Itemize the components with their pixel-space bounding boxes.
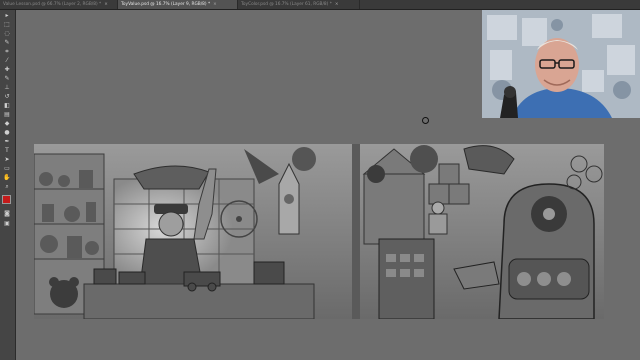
document-tab-bar: Value Lesson.psd @ 66.7% (Layer 2, RGB/8… xyxy=(0,0,640,10)
lasso-tool-icon[interactable]: ◌ xyxy=(2,30,12,38)
presenter-video xyxy=(482,10,640,118)
quick-mask-icon[interactable]: ◙ xyxy=(2,210,12,218)
tools-panel: ▸ ⬚ ◌ ✎ ⌗ ⁄ ✚ ✎ ⊥ ↺ ◧ ▤ ◆ ● ✒ T ➤ ▭ ✋ ⌕ … xyxy=(0,10,16,360)
blur-tool-icon[interactable]: ◆ xyxy=(2,120,12,128)
brush-cursor xyxy=(422,117,429,124)
pen-tool-icon[interactable]: ✒ xyxy=(2,138,12,146)
type-tool-icon[interactable]: T xyxy=(2,147,12,155)
gradient-tool-icon[interactable]: ▤ xyxy=(2,111,12,119)
close-icon[interactable]: × xyxy=(335,2,339,7)
path-select-tool-icon[interactable]: ➤ xyxy=(2,156,12,164)
healing-brush-tool-icon[interactable]: ✚ xyxy=(2,66,12,74)
shape-tool-icon[interactable]: ▭ xyxy=(2,165,12,173)
crop-tool-icon[interactable]: ⌗ xyxy=(2,48,12,56)
clone-stamp-tool-icon[interactable]: ⊥ xyxy=(2,84,12,92)
hand-tool-icon[interactable]: ✋ xyxy=(2,174,12,182)
dodge-tool-icon[interactable]: ● xyxy=(2,129,12,137)
marquee-tool-icon[interactable]: ⬚ xyxy=(2,21,12,29)
history-brush-tool-icon[interactable]: ↺ xyxy=(2,93,12,101)
screen-mode-icon[interactable]: ▣ xyxy=(2,220,12,228)
tab-label: Value Lesson.psd @ 66.7% (Layer 2, RGB/8… xyxy=(3,2,102,7)
eraser-tool-icon[interactable]: ◧ xyxy=(2,102,12,110)
foreground-color-swatch[interactable] xyxy=(2,195,11,204)
document-canvas[interactable] xyxy=(34,144,604,319)
zoom-tool-icon[interactable]: ⌕ xyxy=(2,183,12,191)
close-icon[interactable]: × xyxy=(104,2,108,7)
toy-shop-illustration xyxy=(34,144,604,319)
eyedropper-tool-icon[interactable]: ⁄ xyxy=(2,57,12,65)
document-tab-toy-value[interactable]: ToyValue.psd @ 16.7% (Layer 9, RGB/8) * × xyxy=(118,0,238,9)
close-icon[interactable]: × xyxy=(213,2,217,7)
move-tool-icon[interactable]: ▸ xyxy=(2,12,12,20)
document-tab-value-lesson[interactable]: Value Lesson.psd @ 66.7% (Layer 2, RGB/8… xyxy=(0,0,118,9)
tab-label: ToyColor.psd @ 16.7% (Layer 61, RGB/8) * xyxy=(241,2,332,7)
tab-label: ToyValue.psd @ 16.7% (Layer 9, RGB/8) * xyxy=(121,2,211,7)
webcam-overlay xyxy=(482,10,640,118)
quick-select-tool-icon[interactable]: ✎ xyxy=(2,39,12,47)
brush-tool-icon[interactable]: ✎ xyxy=(2,75,12,83)
document-tab-toy-color[interactable]: ToyColor.psd @ 16.7% (Layer 61, RGB/8) *… xyxy=(238,0,360,9)
